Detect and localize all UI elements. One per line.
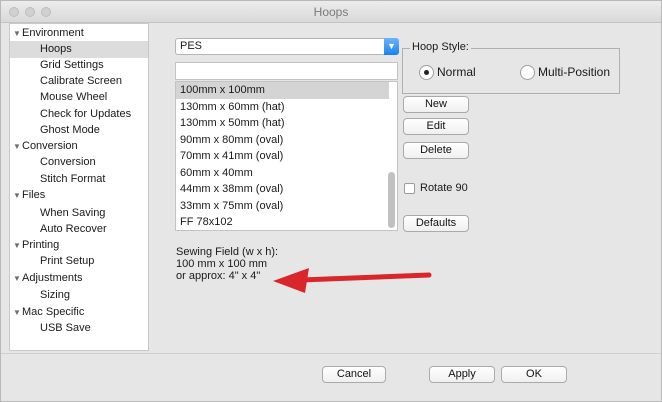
sidebar-group-mac-specific[interactable]: ▼Mac Specific (10, 304, 148, 321)
format-select-value: PES (180, 40, 203, 52)
disclosure-triangle-icon[interactable]: ▼ (13, 237, 22, 254)
sidebar-group-environment[interactable]: ▼Environment (10, 25, 148, 42)
list-item[interactable]: 60mm x 40mm (176, 165, 389, 182)
hoop-list[interactable]: 100mm x 100mm 130mm x 60mm (hat) 130mm x… (175, 81, 398, 231)
apply-button[interactable]: Apply (429, 366, 495, 383)
preferences-window: Hoops ▼Environment Hoops Grid Settings C… (0, 0, 662, 402)
disclosure-triangle-icon[interactable]: ▼ (13, 25, 22, 42)
sidebar-item-calibrate-screen[interactable]: Calibrate Screen (10, 73, 148, 90)
sidebar-group-conversion[interactable]: ▼Conversion (10, 138, 148, 155)
hoop-style-title: Hoop Style: (410, 41, 471, 53)
sidebar-item-label: Conversion (22, 140, 78, 152)
preferences-sidebar[interactable]: ▼Environment Hoops Grid Settings Calibra… (9, 23, 149, 351)
annotation-arrow-icon (273, 268, 432, 293)
radio-multi-position-label[interactable]: Multi-Position (538, 65, 610, 79)
list-item[interactable]: 100mm x 100mm (176, 82, 389, 99)
sidebar-item-print-setup[interactable]: Print Setup (10, 253, 148, 270)
title-bar: Hoops (1, 1, 661, 23)
sidebar-item-check-for-updates[interactable]: Check for Updates (10, 106, 148, 123)
sidebar-item-conversion[interactable]: Conversion (10, 154, 148, 171)
edit-button[interactable]: Edit (403, 118, 469, 135)
sidebar-item-label: Files (22, 189, 46, 201)
sewing-field-heading: Sewing Field (w x h): (176, 246, 279, 258)
sidebar-item-grid-settings[interactable]: Grid Settings (10, 57, 148, 74)
rotate-90-checkbox[interactable] (404, 183, 415, 194)
list-item[interactable]: FF 78x102 (176, 214, 389, 231)
hoop-filter-input[interactable] (175, 62, 398, 80)
chevron-down-icon[interactable]: ▼ (384, 38, 399, 55)
sidebar-item-label: Adjustments (22, 272, 83, 284)
delete-button[interactable]: Delete (403, 142, 469, 159)
sidebar-item-label: Mac Specific (22, 306, 85, 318)
ok-button[interactable]: OK (501, 366, 567, 383)
radio-multi-position[interactable] (520, 65, 535, 80)
sidebar-item-usb-save[interactable]: USB Save (10, 320, 148, 337)
sewing-field-size: 100 mm x 100 mm (176, 258, 268, 270)
window-title: Hoops (313, 5, 349, 19)
list-item[interactable]: 130mm x 50mm (hat) (176, 115, 389, 132)
radio-selected-dot (424, 70, 429, 75)
sidebar-item-label: Environment (22, 27, 84, 39)
list-item[interactable]: 70mm x 41mm (oval) (176, 148, 389, 165)
rotate-90-label[interactable]: Rotate 90 (420, 182, 468, 194)
list-item[interactable]: 44mm x 38mm (oval) (176, 181, 389, 198)
disclosure-triangle-icon[interactable]: ▼ (13, 304, 22, 321)
disclosure-triangle-icon[interactable]: ▼ (13, 187, 22, 204)
sidebar-item-when-saving[interactable]: When Saving (10, 205, 148, 222)
sidebar-item-mouse-wheel[interactable]: Mouse Wheel (10, 89, 148, 106)
sidebar-item-label: Printing (22, 239, 60, 251)
radio-normal[interactable] (419, 65, 434, 80)
sewing-field-approx: or approx: 4" x 4" (176, 270, 261, 282)
list-item[interactable]: 90mm x 80mm (oval) (176, 132, 389, 149)
cancel-button[interactable]: Cancel (322, 366, 386, 383)
sidebar-item-auto-recover[interactable]: Auto Recover (10, 221, 148, 238)
defaults-button[interactable]: Defaults (403, 215, 469, 232)
sidebar-group-files[interactable]: ▼Files (10, 187, 148, 204)
list-item[interactable]: 33mm x 75mm (oval) (176, 198, 389, 215)
format-select[interactable]: PES ▼ (175, 38, 399, 55)
disclosure-triangle-icon[interactable]: ▼ (13, 270, 22, 287)
sidebar-group-printing[interactable]: ▼Printing (10, 237, 148, 254)
list-item[interactable]: 130mm x 60mm (hat) (176, 99, 389, 116)
sidebar-item-sizing[interactable]: Sizing (10, 287, 148, 304)
sidebar-group-adjustments[interactable]: ▼Adjustments (10, 270, 148, 287)
sidebar-item-stitch-format[interactable]: Stitch Format (10, 171, 148, 188)
sidebar-item-hoops[interactable]: Hoops (10, 41, 148, 58)
radio-normal-label[interactable]: Normal (437, 65, 476, 79)
list-scrollbar[interactable] (388, 172, 395, 228)
disclosure-triangle-icon[interactable]: ▼ (13, 138, 22, 155)
sidebar-item-ghost-mode[interactable]: Ghost Mode (10, 122, 148, 139)
new-button[interactable]: New (403, 96, 469, 113)
